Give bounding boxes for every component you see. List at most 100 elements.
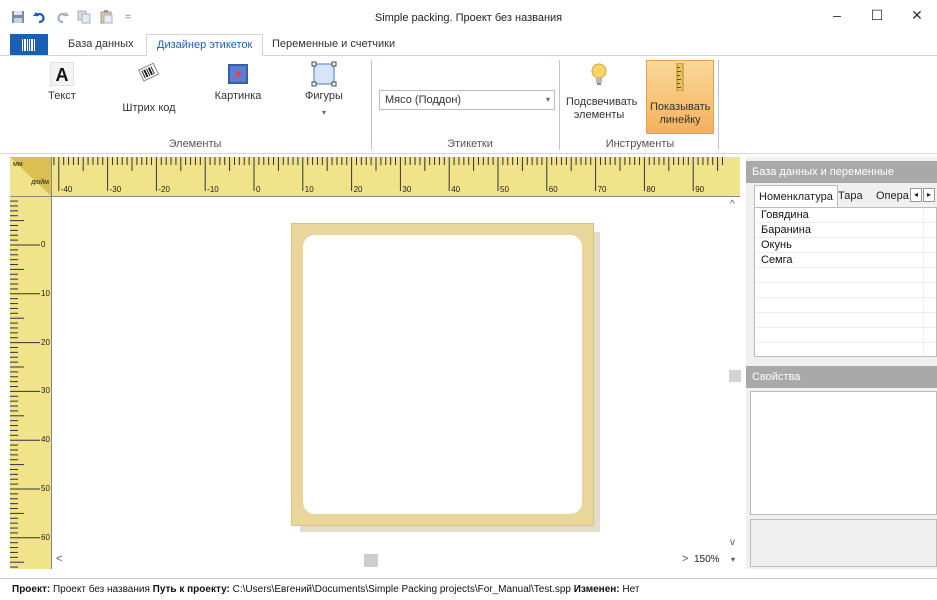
empty-list-row — [755, 328, 936, 343]
canvas-horizontal-scrollbar[interactable]: < > 150% — [52, 551, 728, 569]
list-item[interactable]: Семга — [755, 253, 936, 268]
ruler-label: 10 — [41, 288, 50, 298]
group-label-elements: Элементы — [168, 138, 222, 150]
zoom-level[interactable]: 150% — [694, 554, 720, 565]
canvas-vertical-scrollbar[interactable]: ^ v ▾ — [728, 197, 740, 569]
tab-packaging[interactable]: Тара — [834, 185, 867, 207]
picture-icon — [228, 64, 248, 84]
picture-tool-button[interactable]: Картинка — [210, 62, 266, 102]
panel-splitter-grip[interactable] — [729, 370, 741, 382]
horizontal-ruler-ticks — [53, 157, 723, 191]
ruler-label: 30 — [402, 185, 412, 194]
right-panel: База данных и переменные Номенклатура Та… — [729, 157, 937, 569]
group-separator — [718, 60, 719, 150]
scroll-right-icon[interactable]: > — [682, 553, 688, 565]
list-item[interactable]: Окунь — [755, 238, 936, 253]
list-item[interactable]: Баранина — [755, 223, 936, 238]
group-separator — [371, 60, 372, 150]
barcode-tool-button[interactable]: Штрих код — [116, 62, 182, 114]
group-separator — [559, 60, 560, 150]
barcode-icon — [138, 62, 160, 82]
barcode-app-icon — [22, 38, 35, 51]
ruler-label: 90 — [695, 185, 705, 194]
window-controls: – ☐ ✕ — [817, 0, 937, 30]
group-label-labels: Этикетки — [447, 138, 493, 150]
ruler-label: 0 — [256, 185, 261, 194]
tabs-next-icon[interactable]: ▸ — [923, 188, 935, 202]
ruler-label: 50 — [500, 185, 509, 194]
tab-nomenclature[interactable]: Номенклатура — [754, 185, 838, 207]
ruler-label: -10 — [207, 185, 219, 194]
window-title: Simple packing. Проект без названия — [374, 12, 563, 24]
svg-text:A: A — [56, 65, 69, 85]
ruler-label: 10 — [304, 185, 314, 194]
minimize-button[interactable]: – — [817, 0, 857, 30]
vertical-ruler-ticks — [10, 200, 40, 568]
ruler-label: 40 — [41, 435, 50, 445]
app-menu-button[interactable] — [10, 34, 48, 55]
close-button[interactable]: ✕ — [897, 0, 937, 30]
ruler-unit-inch: дюйм — [30, 179, 49, 186]
database-panel-title: База данных и переменные — [746, 161, 937, 183]
ruler-unit-corner[interactable]: мм дюйм — [10, 157, 52, 197]
label-select-combo[interactable]: Мясо (Поддон) ▾ — [379, 90, 555, 110]
status-modified-value: Нет — [622, 584, 640, 595]
text-tool-button[interactable]: A Текст — [46, 62, 78, 102]
shapes-dropdown-icon[interactable]: ▾ — [322, 108, 326, 117]
tab-variables[interactable]: Переменные и счетчики — [262, 34, 405, 56]
tab-label-designer[interactable]: Дизайнер этикеток — [146, 34, 264, 56]
database-panel-tabs: Номенклатура Тара Опера ◂ ▸ — [754, 185, 937, 207]
ruler-label: 20 — [353, 185, 363, 194]
shapes-icon — [311, 61, 337, 87]
empty-list-row — [755, 298, 936, 313]
ruler-label: -40 — [60, 185, 73, 194]
label-printable-area[interactable] — [303, 235, 582, 514]
shapes-tool-button[interactable]: Фигуры ▾ — [296, 60, 352, 117]
label-sheet[interactable] — [291, 223, 594, 526]
show-ruler-toggle[interactable]: Показывать линейку — [646, 60, 714, 134]
ruler-label: 70 — [597, 185, 607, 194]
tab-operations[interactable]: Опера — [872, 185, 913, 207]
tab-database[interactable]: База данных — [58, 34, 144, 56]
label-select-value: Мясо (Поддон) — [385, 94, 462, 106]
ruler-label: 30 — [41, 386, 50, 396]
status-bar: Проект: Проект без названия Путь к проек… — [0, 578, 937, 600]
ruler-label: 0 — [41, 240, 46, 249]
scroll-up-icon[interactable]: ^ — [730, 199, 735, 210]
list-item[interactable]: Говядина — [755, 208, 936, 223]
scroll-left-icon[interactable]: < — [56, 553, 62, 565]
list-column-divider — [923, 208, 924, 356]
status-project-value: Проект без названия — [52, 584, 150, 595]
ruler-unit-mm: мм — [13, 161, 23, 168]
ruler-label: 80 — [646, 185, 656, 194]
ruler-label: 60 — [41, 532, 50, 542]
maximize-button[interactable]: ☐ — [857, 0, 897, 30]
text-icon: A — [50, 62, 74, 86]
label-design-canvas[interactable] — [52, 197, 728, 551]
scroll-down-icon[interactable]: v — [730, 537, 735, 548]
show-ruler-label: Показывать линейку — [650, 101, 711, 126]
highlight-elements-button[interactable]: Подсвечивать элементы — [566, 62, 638, 122]
nomenclature-list[interactable]: Говядина Баранина Окунь Семга — [754, 207, 937, 357]
tabs-prev-icon[interactable]: ◂ — [910, 188, 922, 202]
highlight-elements-label: Подсвечивать элементы — [566, 96, 638, 121]
horizontal-scroll-thumb[interactable] — [364, 554, 378, 567]
horizontal-ruler: -40 -30 -20 -10 0 10 20 30 40 50 60 70 80 90 — [52, 157, 740, 197]
status-path-label: Путь к проекту: — [152, 584, 230, 595]
shapes-tool-label: Фигуры — [305, 90, 343, 102]
group-label-tools: Инструменты — [605, 138, 675, 150]
barcode-tool-label: Штрих код — [122, 102, 176, 114]
empty-list-row — [755, 283, 936, 298]
ruler-label: 50 — [41, 484, 50, 493]
properties-grid[interactable] — [750, 391, 937, 515]
ruler-icon — [676, 63, 684, 91]
lightbulb-icon — [591, 63, 607, 85]
chevron-down-icon: ▾ — [545, 95, 550, 104]
properties-description — [750, 519, 937, 567]
ribbon: A Текст Штрих код Картинка Фигуры ▾ Элем… — [0, 56, 937, 154]
ruler-label: -30 — [109, 185, 122, 194]
ruler-label: -20 — [158, 185, 170, 194]
ruler-label: 20 — [41, 337, 50, 347]
zoom-dropdown-icon[interactable]: ▾ — [731, 555, 735, 564]
status-project-label: Проект: — [12, 584, 51, 595]
